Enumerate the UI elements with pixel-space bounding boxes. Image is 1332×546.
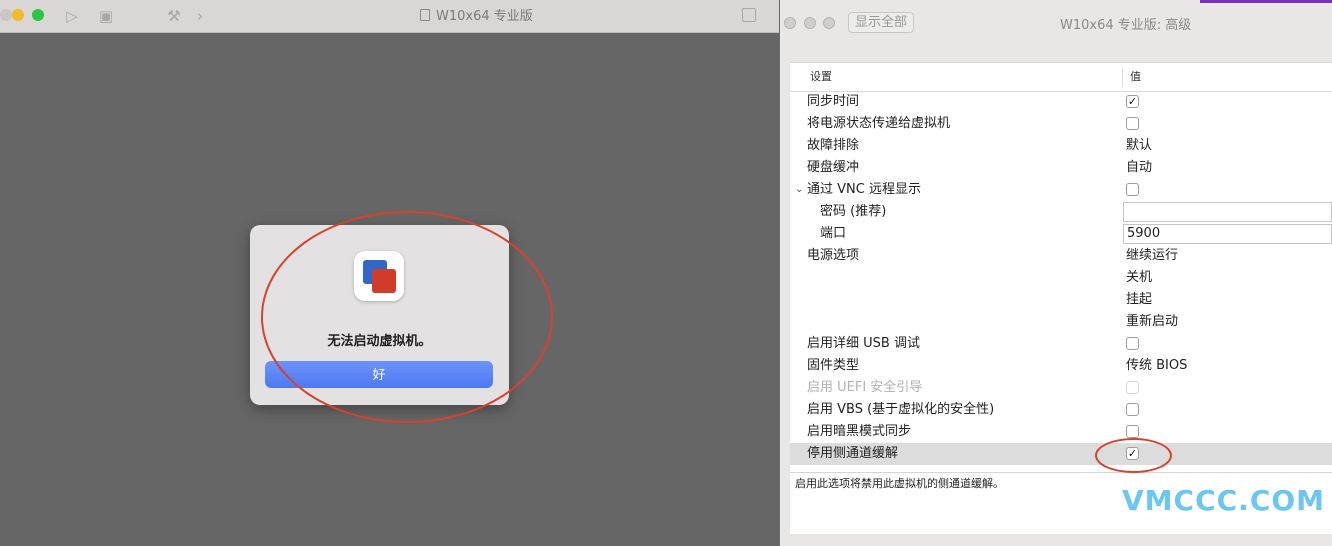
row-pass-power-status[interactable]: 将电源状态传递给虚拟机: [790, 113, 1332, 135]
vm-titlebar: ▷ ▣ ⚒ › W10x64 专业版: [0, 0, 779, 33]
row-firmware-type[interactable]: 固件类型 传统 BIOS: [790, 355, 1332, 377]
row-label: 通过 VNC 远程显示: [807, 182, 921, 197]
row-label: 将电源状态传递给虚拟机: [807, 116, 951, 131]
row-label: 硬盘缓冲: [807, 160, 860, 175]
power-option-suspend[interactable]: 挂起: [1126, 289, 1152, 311]
pass-power-checkbox[interactable]: [1126, 117, 1139, 130]
chevron-down-icon[interactable]: ⌄: [795, 179, 803, 201]
play-icon[interactable]: ▷: [62, 6, 82, 26]
row-usb-debug[interactable]: 启用详细 USB 调试: [790, 333, 1332, 355]
vnc-checkbox[interactable]: [1126, 183, 1139, 196]
row-vbs[interactable]: 启用 VBS (基于虚拟化的安全性): [790, 399, 1332, 421]
row-label: 停用侧通道缓解: [807, 446, 899, 461]
watermark: VMCCC.COM: [1122, 484, 1326, 517]
annotation-oval-checkbox: [1095, 438, 1172, 473]
settings-minimize-button[interactable]: [804, 17, 816, 29]
advanced-settings-window: 显示全部 W10x64 专业版: 高级 设置 值 同步时间 ✓ 将电源状态传递给…: [780, 0, 1332, 546]
row-power-option-suspend[interactable]: 挂起: [790, 289, 1332, 311]
snapshot-icon[interactable]: ▣: [96, 6, 116, 26]
settings-titlebar: 显示全部 W10x64 专业版: 高级: [780, 0, 1332, 44]
row-vnc-password[interactable]: 密码 (推荐): [790, 201, 1332, 223]
vnc-password-input[interactable]: [1123, 202, 1332, 222]
settings-table: 设置 值 同步时间 ✓ 将电源状态传递给虚拟机 故障排除 默认 硬盘缓冲 自动 …: [790, 62, 1332, 472]
chevron-right-icon[interactable]: ›: [190, 6, 210, 26]
row-vnc[interactable]: ⌄ 通过 VNC 远程显示: [790, 179, 1332, 201]
vbs-checkbox[interactable]: [1126, 403, 1139, 416]
column-header-value: 值: [1130, 70, 1141, 83]
power-option-restart[interactable]: 重新启动: [1126, 311, 1178, 333]
wrench-icon[interactable]: ⚒: [164, 6, 184, 26]
usb-debug-checkbox[interactable]: [1126, 337, 1139, 350]
row-troubleshooting[interactable]: 故障排除 默认: [790, 135, 1332, 157]
row-power-option-restart[interactable]: 重新启动: [790, 311, 1332, 333]
row-power-options[interactable]: 电源选项 继续运行: [790, 245, 1332, 267]
uefi-checkbox: [1126, 381, 1139, 394]
row-label: 启用暗黑模式同步: [807, 424, 912, 439]
row-power-option-shutdown[interactable]: 关机: [790, 267, 1332, 289]
row-label: 同步时间: [807, 94, 860, 109]
zoom-window-button[interactable]: [32, 9, 44, 21]
row-label: 启用详细 USB 调试: [807, 336, 920, 351]
row-dark-mode-sync[interactable]: 启用暗黑模式同步: [790, 421, 1332, 443]
vm-window-title: W10x64 专业版: [420, 7, 533, 27]
show-all-button[interactable]: 显示全部: [848, 12, 915, 33]
annotation-oval-dialog: [261, 211, 553, 423]
fullscreen-icon[interactable]: [742, 8, 756, 22]
power-option-shutdown[interactable]: 关机: [1126, 267, 1152, 289]
row-sync-time[interactable]: 同步时间 ✓: [790, 91, 1332, 113]
row-label: 启用 VBS (基于虚拟化的安全性): [807, 402, 995, 417]
document-icon: [420, 9, 430, 21]
column-divider[interactable]: [1122, 67, 1123, 87]
vnc-port-input[interactable]: 5900: [1123, 224, 1332, 244]
dark-mode-checkbox[interactable]: [1126, 425, 1139, 438]
row-label: 启用 UEFI 安全引导: [807, 380, 923, 395]
close-window-button[interactable]: [0, 9, 12, 21]
row-side-channel[interactable]: 停用侧通道缓解 ✓: [790, 443, 1332, 465]
troubleshoot-value[interactable]: 默认: [1126, 135, 1152, 157]
row-disk-cache[interactable]: 硬盘缓冲 自动: [790, 157, 1332, 179]
column-header-setting: 设置: [810, 70, 832, 83]
purple-strip: [1200, 0, 1332, 3]
firmware-value[interactable]: 传统 BIOS: [1126, 355, 1187, 377]
row-vnc-port[interactable]: 端口 5900: [790, 223, 1332, 245]
row-label: 端口: [820, 226, 847, 241]
row-label: 电源选项: [807, 248, 860, 263]
settings-close-button[interactable]: [784, 17, 796, 29]
row-label: 密码 (推荐): [820, 204, 887, 219]
row-label: 固件类型: [807, 358, 860, 373]
minimize-window-button[interactable]: [12, 9, 24, 21]
sync-time-checkbox[interactable]: ✓: [1126, 95, 1139, 108]
disk-cache-value[interactable]: 自动: [1126, 157, 1152, 179]
row-label: 故障排除: [807, 138, 860, 153]
row-uefi-secure-boot: 启用 UEFI 安全引导: [790, 377, 1332, 399]
settings-title: W10x64 专业版: 高级: [1060, 18, 1192, 33]
settings-zoom-button[interactable]: [823, 17, 835, 29]
vm-window-title-text: W10x64 专业版: [436, 9, 533, 24]
power-option-continue[interactable]: 继续运行: [1126, 245, 1178, 267]
description-text: 启用此选项将禁用此虚拟机的侧通道缓解。: [795, 477, 1004, 490]
